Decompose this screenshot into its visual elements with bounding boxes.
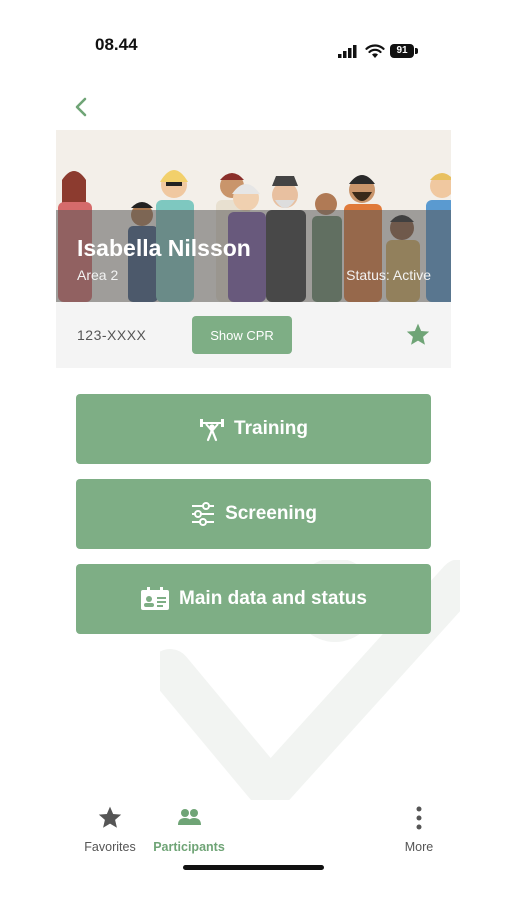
tab-favorites-label: Favorites (84, 840, 136, 854)
status-time: 08.44 (95, 35, 138, 54)
favorite-star-icon[interactable] (405, 322, 431, 348)
training-button[interactable]: Training (76, 394, 431, 464)
cellular-signal-icon (338, 45, 357, 58)
cpr-row: 123-XXXX Show CPR (56, 302, 451, 368)
sliders-icon (190, 501, 216, 527)
star-icon (98, 806, 122, 828)
wifi-icon (365, 44, 385, 58)
people-icon (178, 809, 201, 825)
participant-header: Isabella Nilsson Area 2 Status: Active (56, 130, 451, 302)
back-chevron-icon[interactable] (68, 92, 96, 122)
home-indicator[interactable] (183, 865, 324, 870)
screening-button[interactable]: Screening (76, 479, 431, 549)
participant-area: Area 2 (77, 267, 119, 283)
participant-name: Isabella Nilsson (77, 235, 251, 261)
training-label: Training (234, 418, 308, 439)
status-bar: 08.44 91 (0, 0, 507, 90)
tab-favorites[interactable]: Favorites (65, 805, 155, 854)
id-card-icon (140, 586, 170, 612)
tab-more-label: More (404, 840, 434, 854)
participant-status: Status: Active (346, 267, 431, 283)
cpr-number: 123-XXXX (77, 327, 147, 343)
battery-level: 91 (390, 44, 414, 58)
more-vertical-icon (416, 806, 422, 830)
main-data-button[interactable]: Main data and status (76, 564, 431, 634)
screening-label: Screening (225, 503, 317, 524)
main-data-label: Main data and status (179, 588, 367, 609)
battery-icon: 91 (390, 44, 418, 58)
show-cpr-button[interactable]: Show CPR (192, 316, 292, 354)
tab-participants-label: Participants (153, 840, 225, 854)
bottom-tab-bar: Favorites Participants More (0, 795, 507, 900)
weightlifting-icon (199, 416, 225, 442)
tab-participants[interactable]: Participants (144, 805, 234, 854)
tab-more[interactable]: More (374, 805, 464, 854)
